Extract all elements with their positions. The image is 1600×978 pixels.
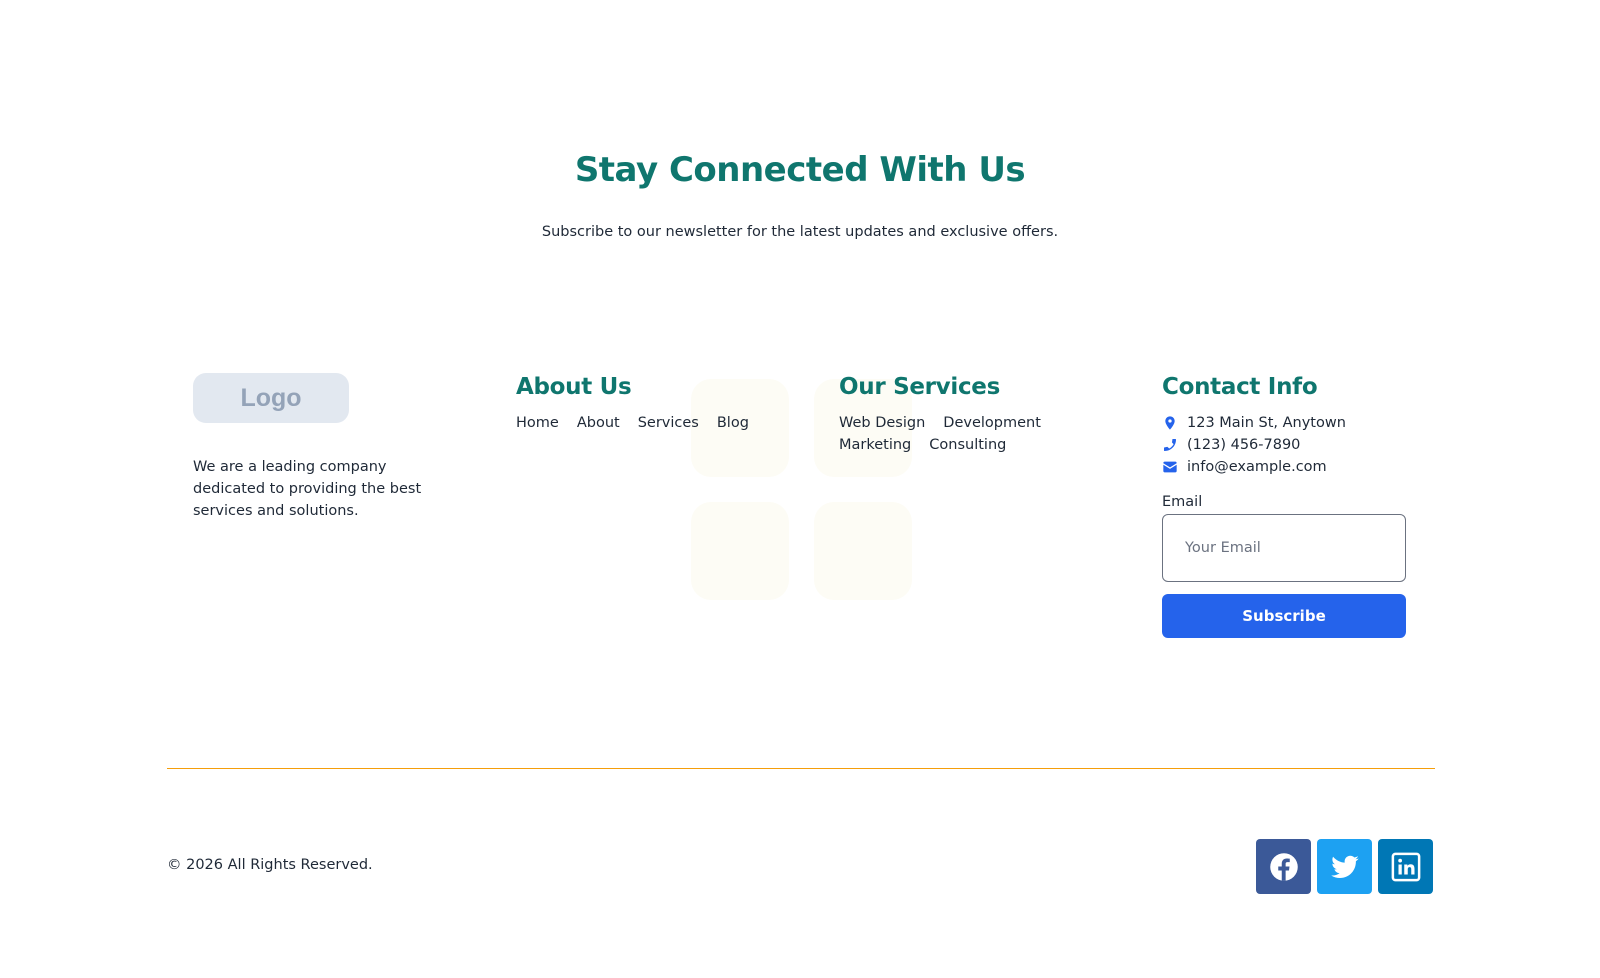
services-links: Web Design Development Marketing Consult…	[839, 412, 1059, 456]
link-consulting[interactable]: Consulting	[929, 434, 1006, 456]
link-marketing[interactable]: Marketing	[839, 434, 911, 456]
email-text[interactable]: info@example.com	[1187, 456, 1327, 478]
contact-column: Contact Info 123 Main St, Anytown (123) …	[1162, 370, 1406, 638]
contact-address: 123 Main St, Anytown	[1162, 412, 1406, 434]
twitter-button[interactable]	[1317, 839, 1372, 894]
twitter-icon	[1330, 855, 1359, 878]
facebook-icon	[1269, 852, 1298, 881]
hero-title: Stay Connected With Us	[574, 150, 1026, 190]
about-links: Home About Services Blog	[516, 412, 776, 434]
link-home[interactable]: Home	[516, 412, 559, 434]
phone-text[interactable]: (123) 456-7890	[1187, 434, 1300, 456]
about-column: About Us Home About Services Blog	[516, 370, 776, 434]
phone-icon	[1164, 439, 1176, 451]
decorative-square	[691, 502, 789, 600]
services-title: Our Services	[839, 374, 1000, 400]
envelope-icon	[1163, 461, 1177, 473]
logo[interactable]: Logo	[193, 373, 349, 423]
link-web-design[interactable]: Web Design	[839, 412, 925, 434]
footer-page: Stay Connected With Us Subscribe to our …	[0, 0, 1600, 978]
decorative-square	[814, 502, 912, 600]
link-services[interactable]: Services	[638, 412, 699, 434]
contact-phone: (123) 456-7890	[1162, 434, 1406, 456]
link-development[interactable]: Development	[943, 412, 1041, 434]
contact-email: info@example.com	[1162, 456, 1406, 478]
hero-subtitle: Subscribe to our newsletter for the late…	[541, 224, 1059, 240]
contact-title: Contact Info	[1162, 374, 1318, 400]
linkedin-icon	[1391, 852, 1420, 881]
contact-list: 123 Main St, Anytown (123) 456-7890 info…	[1162, 412, 1406, 478]
footer-divider	[167, 768, 1435, 769]
email-label: Email	[1162, 494, 1203, 510]
map-pin-icon	[1165, 416, 1175, 430]
email-input[interactable]	[1162, 514, 1406, 582]
company-description: We are a leading company dedicated to pr…	[193, 459, 422, 519]
facebook-button[interactable]	[1256, 839, 1311, 894]
linkedin-button[interactable]	[1378, 839, 1433, 894]
social-links	[1256, 839, 1433, 894]
services-column: Our Services Web Design Development Mark…	[839, 370, 1059, 456]
about-title: About Us	[516, 374, 632, 400]
newsletter-hero: Stay Connected With Us Subscribe to our …	[0, 150, 1600, 240]
copyright-text: © 2026 All Rights Reserved.	[167, 857, 373, 873]
link-about[interactable]: About	[577, 412, 620, 434]
link-blog[interactable]: Blog	[717, 412, 749, 434]
subscribe-button[interactable]: Subscribe	[1162, 594, 1406, 638]
address-text: 123 Main St, Anytown	[1187, 415, 1346, 431]
